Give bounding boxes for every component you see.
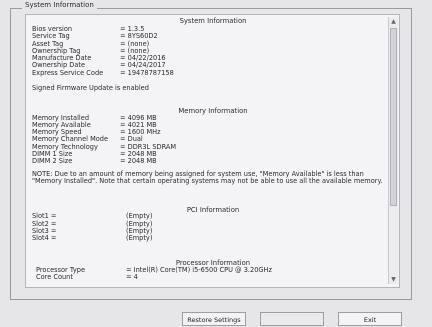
processor-value: = 4 — [126, 273, 138, 281]
firmware-note: Signed Firmware Update is enabled — [32, 84, 149, 92]
pci-value: (Empty) — [126, 234, 153, 242]
pci-label: Slot4 = — [32, 234, 57, 242]
processor-value: = Intel(R) Core(TM) i5-6500 CPU @ 3.20GH… — [126, 266, 272, 274]
scroll-down-arrow-icon[interactable]: ▼ — [389, 275, 398, 284]
info-panel: System Information Bios version = 1.3.5 … — [25, 14, 400, 288]
memory-label: DIMM 2 Size — [32, 157, 73, 165]
group-title: System Information — [22, 1, 97, 9]
system-info-heading: System Information — [179, 17, 247, 25]
memory-value: = 2048 MB — [120, 157, 157, 165]
scroll-thumb[interactable] — [390, 28, 397, 206]
vertical-scrollbar[interactable]: ▲ ▼ — [388, 17, 398, 284]
processor-label: Core Count — [36, 273, 73, 281]
info-value: = 19478787158 — [120, 69, 174, 77]
pci-info-heading: PCI Information — [186, 206, 240, 214]
scroll-up-arrow-icon[interactable]: ▲ — [389, 17, 398, 26]
memory-note: NOTE: Due to an amount of memory being a… — [32, 170, 383, 186]
info-label: Express Service Code — [32, 69, 104, 77]
